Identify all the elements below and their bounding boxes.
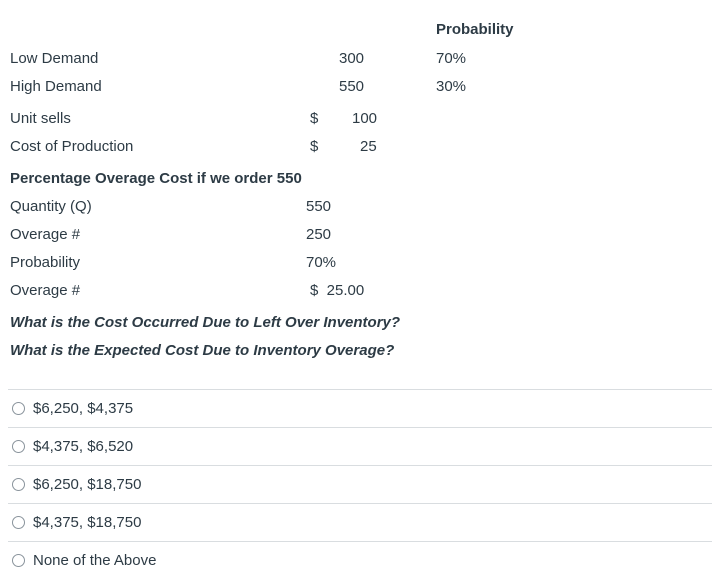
probability-value: 70% [306, 254, 337, 271]
question-1: What is the Cost Occurred Due to Left Ov… [10, 314, 401, 331]
answer-option-2[interactable]: $4,375, $6,520 [8, 428, 712, 465]
low-demand-value: 300 [339, 50, 365, 67]
high-demand-label: High Demand [10, 78, 102, 95]
radio-button[interactable] [12, 516, 25, 529]
answer-label: None of the Above [33, 551, 157, 569]
answer-label: $6,250, $4,375 [33, 399, 134, 417]
overage-count-label: Overage # [10, 226, 81, 243]
overage-count-value: 250 [306, 226, 332, 243]
radio-button[interactable] [12, 554, 25, 567]
answer-option-5[interactable]: None of the Above [8, 542, 712, 579]
probability-header: Probability [436, 21, 514, 38]
section-title: Percentage Overage Cost if we order 550 [10, 170, 302, 187]
cost-production-currency: $ [310, 138, 319, 155]
answer-option-1[interactable]: $6,250, $4,375 [8, 390, 712, 427]
answer-option-4[interactable]: $4,375, $18,750 [8, 504, 712, 541]
radio-button[interactable] [12, 402, 25, 415]
cost-production-value: 25 [360, 138, 377, 155]
unit-sells-value: 100 [352, 110, 378, 127]
high-demand-probability: 30% [436, 78, 467, 95]
overage-cost-label: Overage # [10, 282, 81, 299]
quantity-label: Quantity (Q) [10, 198, 92, 215]
radio-button[interactable] [12, 478, 25, 491]
question-2: What is the Expected Cost Due to Invento… [10, 342, 395, 359]
cost-production-label: Cost of Production [10, 138, 134, 155]
probability-label: Probability [10, 254, 81, 271]
quantity-value: 550 [306, 198, 332, 215]
radio-button[interactable] [12, 440, 25, 453]
high-demand-value: 550 [339, 78, 365, 95]
overage-cost-value: $ 25.00 [310, 282, 365, 299]
answer-label: $4,375, $18,750 [33, 513, 142, 531]
answer-label: $6,250, $18,750 [33, 475, 142, 493]
unit-sells-label: Unit sells [10, 110, 71, 127]
low-demand-probability: 70% [436, 50, 467, 67]
low-demand-label: Low Demand [10, 50, 99, 67]
answer-label: $4,375, $6,520 [33, 437, 134, 455]
unit-sells-currency: $ [310, 110, 319, 127]
answer-option-3[interactable]: $6,250, $18,750 [8, 466, 712, 503]
